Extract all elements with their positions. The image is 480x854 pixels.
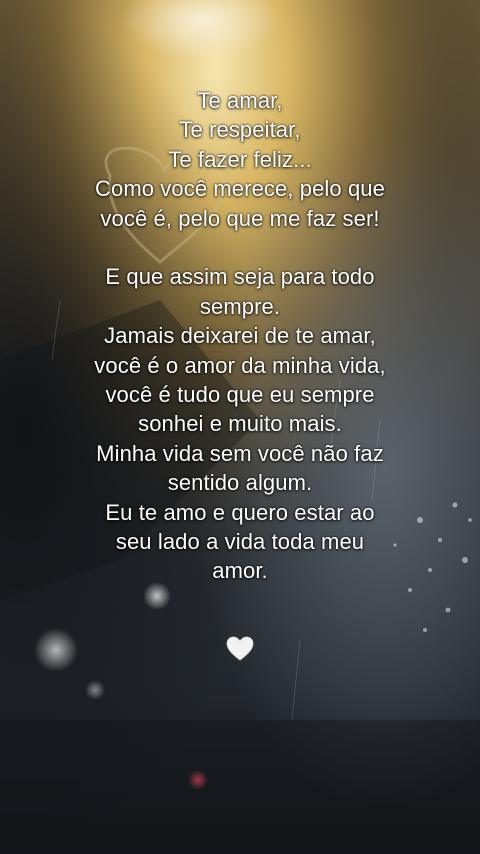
poem-line: Jamais deixarei de te amar, [104,323,376,349]
poem-line: E que assim seja para todo [105,264,375,290]
poem-line: sentido algum. [167,470,313,496]
poem-line: você é, pelo que me faz ser! [100,205,380,231]
poem-line: Te respeitar, [179,117,301,143]
poem-line: você é o amor da minha vida, [94,352,386,378]
poem-line: sonhei e muito mais. [138,411,342,437]
poem-line: Como você merece, pelo que [95,176,385,202]
poem-line: Minha vida sem você não faz [96,440,384,466]
poem-line: Eu te amo e quero estar ao [105,499,375,525]
poem-line: amor. [212,558,268,584]
white-heart-icon [226,636,254,662]
poem-line: seu lado a vida toda meu [115,529,365,555]
stanza-break [20,233,460,262]
poem-line: você é tudo que eu sempre [105,382,375,408]
poem-line: Te fazer feliz... [168,146,312,172]
poem-line: sempre. [199,293,281,319]
poem-line: Te amar, [197,88,283,113]
poem-text: Te amar, Te respeitar, Te fazer feliz...… [20,86,460,586]
